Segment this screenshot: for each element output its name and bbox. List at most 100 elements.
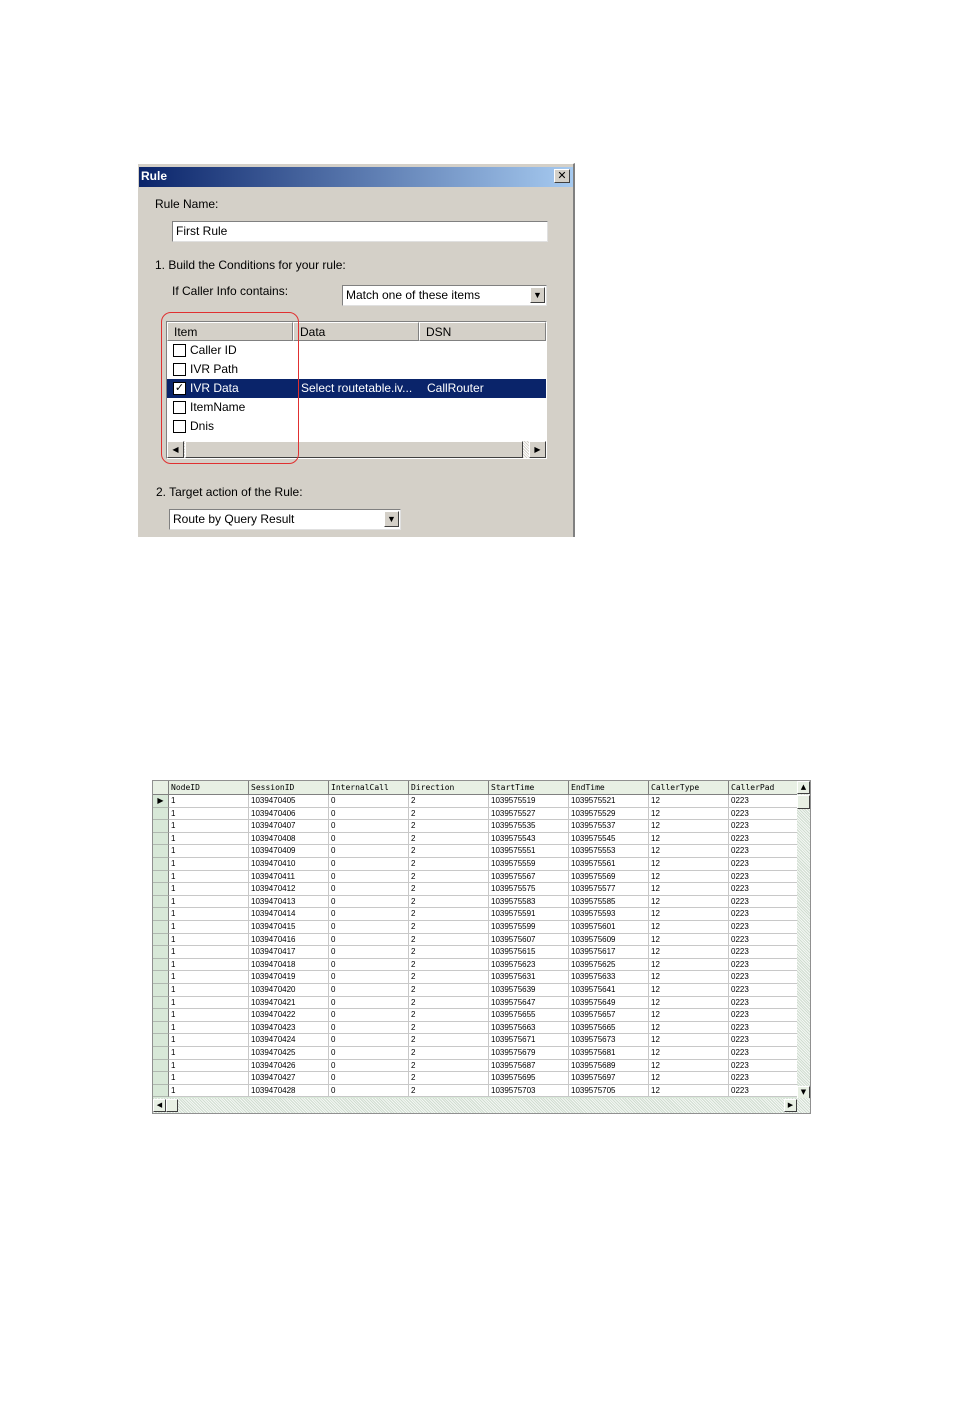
table-cell[interactable]: 1 xyxy=(169,832,249,846)
target-action-dropdown[interactable]: Route by Query Result ▼ xyxy=(169,509,401,530)
table-cell[interactable]: 12 xyxy=(649,895,729,909)
table-cell[interactable]: 2 xyxy=(409,933,489,947)
grid-row-selector[interactable] xyxy=(153,858,169,871)
table-cell[interactable]: 2 xyxy=(409,971,489,984)
table-cell[interactable]: 1039470424 xyxy=(249,1034,329,1047)
table-cell[interactable]: 2 xyxy=(409,946,489,959)
table-cell[interactable]: 1039575561 xyxy=(569,858,649,871)
table-cell[interactable]: 1 xyxy=(169,820,249,833)
table-cell[interactable]: 1039575671 xyxy=(489,1034,569,1047)
table-cell[interactable]: 2 xyxy=(409,1021,489,1035)
grid-row-selector[interactable] xyxy=(153,1059,169,1073)
table-cell[interactable]: 1039575641 xyxy=(569,984,649,997)
table-cell[interactable]: 12 xyxy=(649,858,729,871)
table-cell[interactable]: 1 xyxy=(169,1047,249,1060)
table-cell[interactable]: 1039575655 xyxy=(489,1009,569,1022)
grid-horizontal-scrollbar[interactable]: ◀ ▶ xyxy=(153,1098,810,1113)
table-cell[interactable]: 0223 xyxy=(729,1072,799,1085)
table-row[interactable]: 1 1039470409 0 2 1039575551 1039575553 12 0223 xyxy=(169,845,799,858)
table-cell[interactable]: 0223 xyxy=(729,1059,799,1073)
table-cell[interactable]: 2 xyxy=(409,795,489,808)
table-cell[interactable]: 2 xyxy=(409,996,489,1010)
grid-row-selector[interactable] xyxy=(153,895,169,909)
table-cell[interactable]: 0223 xyxy=(729,908,799,921)
grid-row-selector[interactable] xyxy=(153,921,169,934)
table-cell[interactable]: 0223 xyxy=(729,1009,799,1022)
table-cell[interactable]: 1 xyxy=(169,971,249,984)
table-cell[interactable]: 0223 xyxy=(729,946,799,959)
table-cell[interactable]: 0 xyxy=(329,807,409,821)
table-cell[interactable]: 1 xyxy=(169,795,249,808)
table-cell[interactable]: 0223 xyxy=(729,933,799,947)
table-cell[interactable]: 1039575601 xyxy=(569,921,649,934)
table-cell[interactable]: 1039470417 xyxy=(249,946,329,959)
table-cell[interactable]: 0 xyxy=(329,820,409,833)
table-cell[interactable]: 2 xyxy=(409,984,489,997)
table-row[interactable]: 1 1039470426 0 2 1039575687 1039575689 12 0223 xyxy=(169,1059,799,1073)
table-cell[interactable]: 0 xyxy=(329,795,409,808)
scroll-right-icon[interactable]: ▶ xyxy=(784,1099,797,1112)
grid-row-selector[interactable] xyxy=(153,996,169,1010)
table-cell[interactable]: 0223 xyxy=(729,795,799,808)
vertical-scroll-thumb[interactable] xyxy=(797,795,810,809)
table-cell[interactable]: 0 xyxy=(329,933,409,947)
grid-row-selector[interactable] xyxy=(153,933,169,947)
column-header-dsn[interactable]: DSN xyxy=(419,322,546,341)
table-cell[interactable]: 2 xyxy=(409,845,489,858)
table-row[interactable]: 1 1039470424 0 2 1039575671 1039575673 12 0223 xyxy=(169,1034,799,1047)
table-cell[interactable]: 12 xyxy=(649,1072,729,1085)
table-cell[interactable]: 1039575705 xyxy=(569,1084,649,1098)
table-cell[interactable]: 1039575649 xyxy=(569,996,649,1010)
table-cell[interactable]: 1039575607 xyxy=(489,933,569,947)
table-cell[interactable]: 1039470411 xyxy=(249,870,329,884)
grid-row-selector[interactable] xyxy=(153,1009,169,1022)
grid-row-selector[interactable] xyxy=(153,1021,169,1035)
table-cell[interactable]: 0 xyxy=(329,870,409,884)
table-cell[interactable]: 12 xyxy=(649,820,729,833)
table-cell[interactable]: 0223 xyxy=(729,895,799,909)
table-cell[interactable]: 12 xyxy=(649,958,729,972)
table-cell[interactable]: 0223 xyxy=(729,996,799,1010)
table-cell[interactable]: 1039575567 xyxy=(489,870,569,884)
table-cell[interactable]: 1039575553 xyxy=(569,845,649,858)
table-cell[interactable]: 0 xyxy=(329,946,409,959)
table-cell[interactable]: 1039575585 xyxy=(569,895,649,909)
table-cell[interactable]: 1039575625 xyxy=(569,958,649,972)
table-cell[interactable]: 12 xyxy=(649,1059,729,1073)
table-cell[interactable]: 0 xyxy=(329,883,409,896)
table-cell[interactable]: 12 xyxy=(649,807,729,821)
scroll-up-icon[interactable]: ▲ xyxy=(797,781,810,794)
table-cell[interactable]: 0223 xyxy=(729,1021,799,1035)
table-cell[interactable]: 2 xyxy=(409,1009,489,1022)
table-cell[interactable]: 2 xyxy=(409,895,489,909)
table-cell[interactable]: 1039470409 xyxy=(249,845,329,858)
table-cell[interactable]: 0223 xyxy=(729,845,799,858)
table-cell[interactable]: 0 xyxy=(329,1047,409,1060)
table-cell[interactable]: 1039470428 xyxy=(249,1084,329,1098)
table-cell[interactable]: 12 xyxy=(649,996,729,1010)
table-cell[interactable]: 1039470410 xyxy=(249,858,329,871)
close-icon[interactable]: ✕ xyxy=(554,169,570,183)
table-row[interactable]: 1 1039470408 0 2 1039575543 1039575545 12 0223 xyxy=(169,832,799,846)
table-cell[interactable]: 12 xyxy=(649,870,729,884)
table-cell[interactable]: 0 xyxy=(329,1021,409,1035)
table-cell[interactable]: 12 xyxy=(649,1034,729,1047)
table-cell[interactable]: 1 xyxy=(169,1009,249,1022)
table-cell[interactable]: 2 xyxy=(409,1059,489,1073)
horizontal-scroll-thumb[interactable] xyxy=(166,1099,178,1112)
table-cell[interactable]: 0 xyxy=(329,895,409,909)
table-cell[interactable]: 0 xyxy=(329,1084,409,1098)
table-cell[interactable]: 0223 xyxy=(729,1034,799,1047)
table-cell[interactable]: 2 xyxy=(409,1034,489,1047)
table-cell[interactable]: 2 xyxy=(409,1072,489,1085)
table-cell[interactable]: 1 xyxy=(169,1084,249,1098)
table-row[interactable]: 1 1039470410 0 2 1039575559 1039575561 12 0223 xyxy=(169,858,799,871)
grid-row-selector[interactable] xyxy=(153,1034,169,1047)
table-cell[interactable]: 1039575521 xyxy=(569,795,649,808)
table-cell[interactable]: 1039470405 xyxy=(249,795,329,808)
table-cell[interactable]: 1 xyxy=(169,807,249,821)
table-cell[interactable]: 1039575593 xyxy=(569,908,649,921)
table-cell[interactable]: 12 xyxy=(649,1009,729,1022)
table-cell[interactable]: 1039575615 xyxy=(489,946,569,959)
table-cell[interactable]: 2 xyxy=(409,820,489,833)
